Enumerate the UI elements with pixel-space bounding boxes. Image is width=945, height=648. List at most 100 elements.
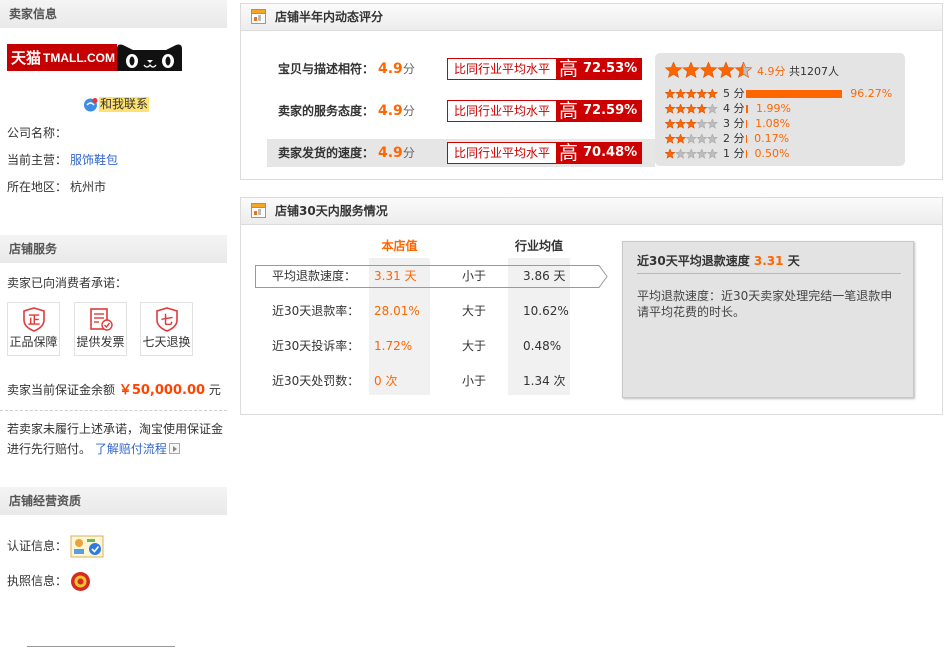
dsr-score: 4.9分 [378,145,415,161]
star-filled-icon [706,89,718,99]
distribution-percent: 1.08% [755,117,791,130]
service-row-refund-rate[interactable]: 近30天退款率： 28.01% 大于 10.62% [241,301,611,321]
dsr-panel-header: 店铺半年内动态评分 [241,4,942,31]
compare-percent: 72.59% [583,103,638,118]
distribution-row: 1 分 0.50% [655,147,905,161]
compare-percent: 72.53% [583,61,638,76]
seven-day-return-icon: 七 [156,307,178,332]
service-panel-header: 店铺30天内服务情况 [241,198,942,225]
tmall-logo[interactable]: 天猫 TMALL.COM [7,42,183,73]
compare-percent: 70.48% [583,145,638,160]
service-row-complaint-rate[interactable]: 近30天投诉率： 1.72% 大于 0.48% [241,336,611,356]
star-filled-icon [675,104,687,114]
distribution-row: 5 分 96.27% [655,87,905,101]
compare-level: 高 [559,100,579,122]
dsr-row-label: 卖家的服务态度： [278,104,375,118]
deposit-unit: 元 [208,383,221,397]
distribution-bar [746,120,748,128]
dsr-row-description[interactable]: 宝贝与描述相符： 4.9分 比同行业平均水平 高 72.53% [267,55,655,83]
star-empty-icon [685,149,697,159]
license-label: 执照信息： [7,574,68,588]
star-filled-icon [665,134,676,144]
service-row-label: 近30天处罚数： [272,374,360,388]
compensation-process-link[interactable]: 了解赔付流程 [95,442,167,456]
dsr-score: 4.9分 [378,61,415,77]
service-row-refund-speed[interactable]: 平均退款速度： 3.31 天 小于 3.86 天 [241,266,611,286]
industry-compare-badge: 比同行业平均水平 高 72.53% [447,58,642,80]
deposit-balance: 卖家当前保证金余额 ￥50,000.00 元 [7,382,221,399]
distribution-row: 4 分 1.99% [655,102,905,116]
rating-header-icon [251,9,266,24]
star-empty-icon [706,119,718,129]
distribution-percent: 0.50% [754,147,790,160]
star-filled-icon [665,62,683,79]
star-filled-icon [675,119,687,129]
contact-seller-button[interactable]: 和我联系 [83,97,150,112]
arrow-right-icon[interactable] [168,443,180,454]
industry-compare-badge: 比同行业平均水平 高 72.59% [447,100,642,122]
star-filled-icon [685,89,697,99]
deposit-amount: ￥50,000.00 [118,383,206,398]
company-name-field: 公司名称： [7,125,70,141]
compare-level: 高 [559,142,579,164]
distribution-bar [746,150,747,158]
star-filled-icon [665,104,676,114]
region-label: 所在地区： [7,180,68,194]
wangwang-chat-icon [84,98,98,112]
shop-value: 3.31 天 [374,269,417,283]
shop-service-header: 店铺服务 [0,235,227,263]
star-empty-icon [706,149,718,159]
dsr-panel-title: 店铺半年内动态评分 [275,10,384,24]
seven-glyph: 七 [161,313,173,327]
compare-word: 大于 [462,339,487,353]
industry-compare-badge: 比同行业平均水平 高 70.48% [447,142,642,164]
main-category-link[interactable]: 服饰鞋包 [70,153,118,167]
distribution-label: 3 分 [723,117,745,130]
distribution-label: 2 分 [723,132,745,145]
region-field: 所在地区： 杭州市 [7,179,106,195]
distribution-row: 3 分 1.08% [655,117,905,131]
dsr-row-shipping[interactable]: 卖家发货的速度： 4.9分 比同行业平均水平 高 70.48% [267,139,655,167]
rating-summary: 4.9分 共1207人 [757,63,839,81]
distribution-bar [746,105,748,113]
compare-word: 小于 [462,269,487,283]
star-empty-icon [685,134,697,144]
star-half-icon [734,62,753,79]
certification-icon[interactable] [70,535,104,558]
promise-seven-day-return[interactable]: 七 七天退换 [140,302,193,356]
detail-description: 平均退款速度：近30天卖家处理完结一笔退款申请平均花费的时长。 [637,289,893,319]
rating-count: 共1207人 [789,65,839,78]
promise-invoice[interactable]: 提供发票 [74,302,127,356]
dsr-row-service[interactable]: 卖家的服务态度： 4.9分 比同行业平均水平 高 72.59% [267,97,655,125]
logo-cn-text: 天猫 [11,49,41,67]
service-row-penalties[interactable]: 近30天处罚数： 0 次 小于 1.34 次 [241,371,611,391]
star-filled-icon [685,119,697,129]
promise-label-invoice: 提供发票 [76,335,125,349]
service-header-icon [251,203,266,218]
company-name-label: 公司名称： [7,126,68,140]
star-filled-icon [682,62,700,79]
refund-speed-detail-box: 近30天平均退款速度 3.31 天 平均退款速度：近30天卖家处理完结一笔退款申… [622,241,914,398]
promise-genuine-guarantee[interactable]: 正 正品保障 [7,302,60,356]
shop-value: 0 次 [374,374,398,388]
distribution-label: 5 分 [723,87,745,100]
star-filled-icon [685,104,697,114]
dsr-row-label: 宝贝与描述相符： [278,62,375,76]
row-stars [665,119,718,129]
service-stats-panel: 店铺30天内服务情况 本店值 行业均值 平均退款速度： 3.31 天 小于 3.… [240,197,943,415]
promise-label: 卖家已向消费者承诺： [7,276,128,290]
certification-label: 认证信息： [7,539,68,553]
star-filled-icon [665,119,676,129]
genuine-glyph: 正 [28,313,40,327]
compare-text: 比同行业平均水平 [448,101,556,121]
star-empty-icon [696,134,708,144]
logo-en-text: TMALL.COM [43,51,115,65]
main-category-label: 当前主营： [7,153,68,167]
service-row-label: 平均退款速度： [272,269,357,283]
service-row-label: 近30天投诉率： [272,339,360,353]
rating-distribution-box: 4.9分 共1207人 5 分 96.27% 4 分 1.99% 3 分 1.08% … [655,53,905,166]
promise-label-genuine: 正品保障 [9,335,58,349]
compare-level: 高 [559,58,579,80]
business-license-icon[interactable] [70,571,91,592]
invoice-icon [90,308,113,331]
